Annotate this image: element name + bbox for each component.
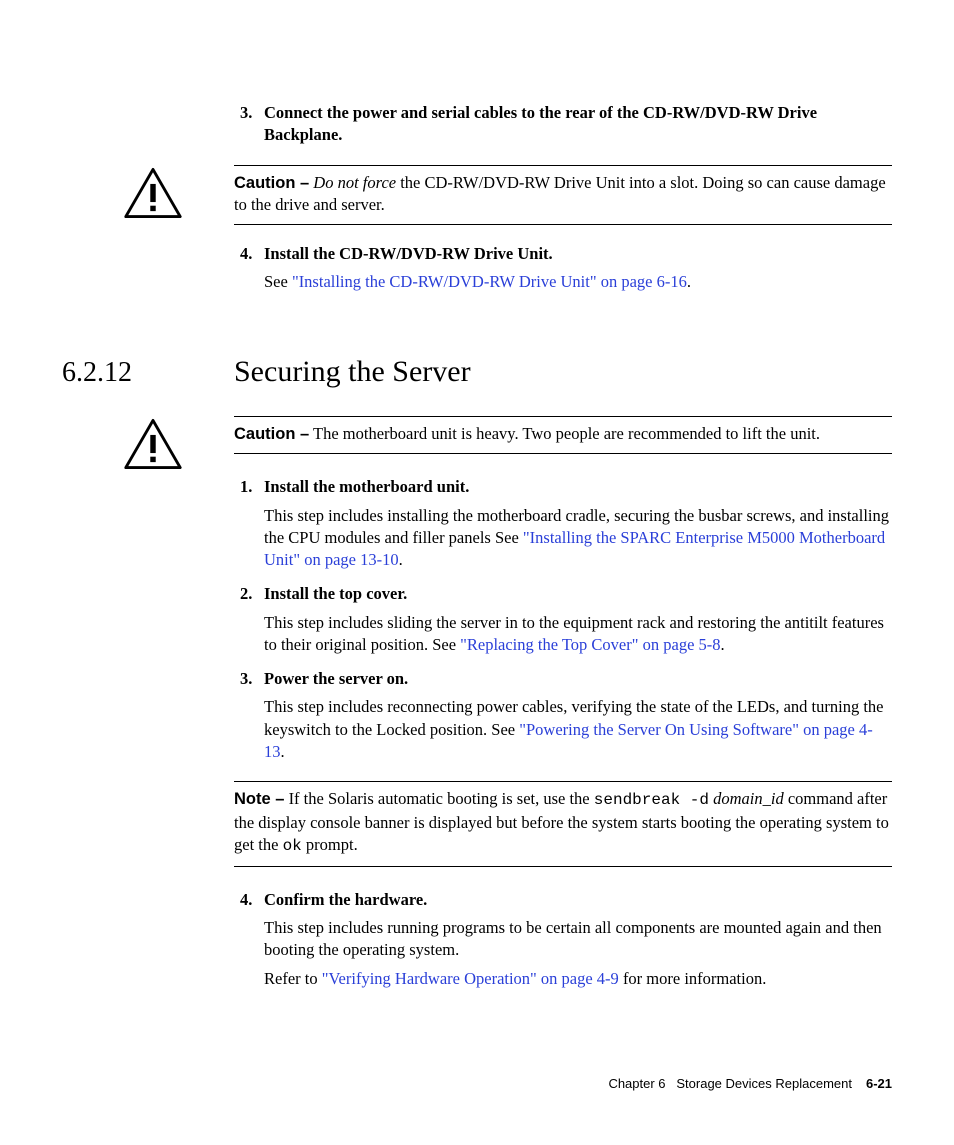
footer-chapter: Chapter 6 [608,1076,665,1091]
caution-label: Caution – [234,174,309,192]
s4-body-a: This step includes running programs to b… [264,918,882,959]
note-code-sendbreak: sendbreak -d [594,791,709,809]
secure-step-3: 3. Power the server on. [234,668,892,690]
link-verify-hardware[interactable]: "Verifying Hardware Operation" on page 4… [322,969,619,988]
note-domain-id: domain_id [713,789,784,808]
caution-icon [124,418,182,470]
note-t4: prompt. [302,835,358,854]
link-replace-top-cover[interactable]: "Replacing the Top Cover" on page 5-8 [460,635,720,654]
step-4: 4. Install the CD-RW/DVD-RW Drive Unit. [234,243,892,265]
secure-step-3-body: This step includes reconnecting power ca… [234,696,892,763]
caution-box-1: Caution – Do not force the CD-RW/DVD-RW … [234,166,892,225]
s2-body-b: . [721,635,725,654]
s3-body-b: . [281,742,285,761]
step-3-num: 3. [240,102,252,124]
secure-step-4-body-b: Refer to "Verifying Hardware Operation" … [234,968,892,990]
secure-step-3-num: 3. [240,668,252,690]
step-4-num: 4. [240,243,252,265]
secure-step-2-body: This step includes sliding the server in… [234,612,892,657]
step-4-body-suffix: . [687,272,691,291]
caution-lead: Do not force [313,173,396,192]
secure-step-1: 1. Install the motherboard unit. [234,476,892,498]
caution-label: Caution – [234,425,309,443]
link-install-cdrw[interactable]: "Installing the CD-RW/DVD-RW Drive Unit"… [292,272,687,291]
secure-step-1-body: This step includes installing the mother… [234,505,892,572]
secure-step-4-title: Confirm the hardware. [264,890,427,909]
s4-body-b-suffix: for more information. [619,969,767,988]
secure-step-2-num: 2. [240,583,252,605]
caution-icon [124,167,182,219]
caution-box-2: Caution – The motherboard unit is heavy.… [234,417,892,453]
footer-page: 6-21 [866,1076,892,1091]
secure-step-4-num: 4. [240,889,252,911]
section-heading: 6.2.12 Securing the Server [62,352,892,393]
section-number: 6.2.12 [62,354,234,392]
note-label: Note – [234,790,284,808]
step-3-text: Connect the power and serial cables to t… [264,103,817,144]
caution2-text: The motherboard unit is heavy. Two peopl… [309,424,820,443]
note-box: Note – If the Solaris automatic booting … [234,782,892,865]
secure-step-2: 2. Install the top cover. [234,583,892,605]
note-t1: If the Solaris automatic booting is set,… [284,789,593,808]
step-4-body: See "Installing the CD-RW/DVD-RW Drive U… [234,271,892,293]
secure-step-3-title: Power the server on. [264,669,408,688]
step-4-text: Install the CD-RW/DVD-RW Drive Unit. [264,244,553,263]
secure-step-1-num: 1. [240,476,252,498]
step-4-body-prefix: See [264,272,292,291]
step-3: 3. Connect the power and serial cables t… [234,102,892,147]
secure-step-2-title: Install the top cover. [264,584,407,603]
secure-step-1-title: Install the motherboard unit. [264,477,469,496]
secure-step-4-body-a: This step includes running programs to b… [234,917,892,962]
s1-body-b: . [399,550,403,569]
note-code-ok: ok [283,837,302,855]
footer-title: Storage Devices Replacement [676,1076,852,1091]
secure-step-4: 4. Confirm the hardware. [234,889,892,911]
page-footer: Chapter 6 Storage Devices Replacement 6-2… [608,1075,892,1093]
s4-body-b-prefix: Refer to [264,969,322,988]
section-title: Securing the Server [234,352,471,393]
